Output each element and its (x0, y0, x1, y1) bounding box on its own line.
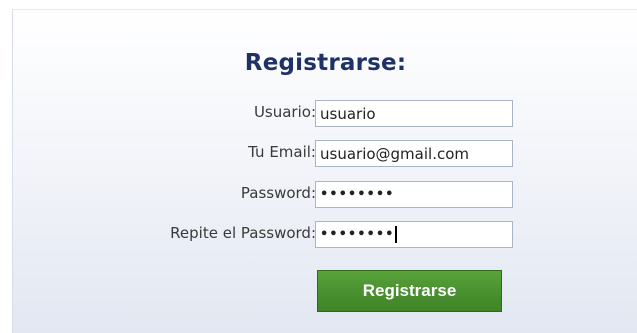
password-input[interactable]: •••••••• (315, 181, 513, 208)
email-label: Tu Email: (248, 143, 316, 161)
register-button[interactable]: Registrarse (317, 270, 502, 312)
repeat-password-label: Repite el Password: (170, 224, 316, 242)
repeat-password-input[interactable]: •••••••• (315, 221, 513, 248)
username-value: usuario (320, 104, 376, 123)
password-label: Password: (240, 184, 316, 202)
email-value: usuario@gmail.com (320, 144, 469, 163)
form-title: Registrarse: (244, 50, 407, 76)
username-label: Usuario: (253, 103, 316, 121)
repeat-password-value: •••••••• (320, 227, 395, 242)
text-cursor (395, 226, 398, 243)
username-input[interactable]: usuario (315, 100, 513, 127)
password-value: •••••••• (320, 187, 395, 202)
registration-panel: Registrarse: Usuario: usuario Tu Email: … (12, 9, 637, 333)
email-input[interactable]: usuario@gmail.com (315, 140, 513, 167)
